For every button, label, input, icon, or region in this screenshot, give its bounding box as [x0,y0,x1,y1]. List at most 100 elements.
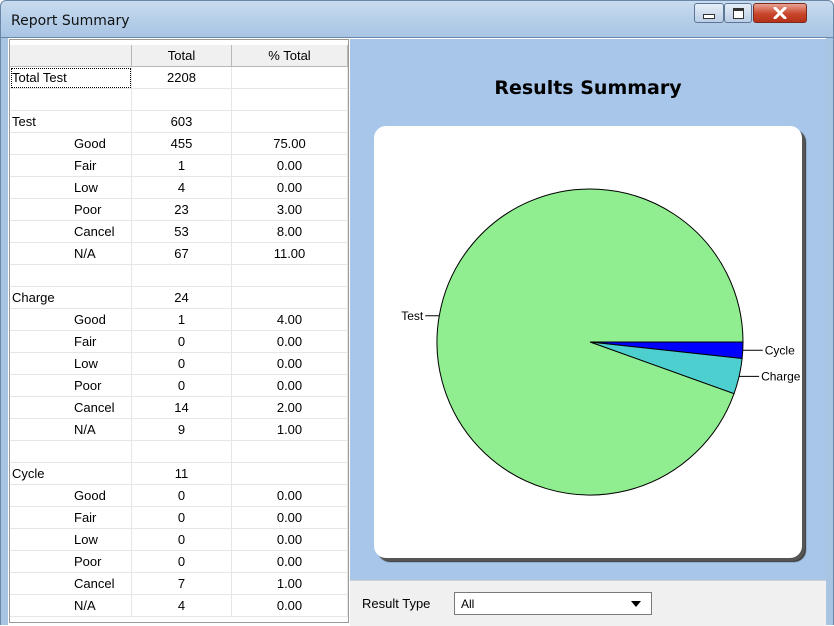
table-row[interactable]: Cycle 11 [10,463,348,485]
chart-area: Cycle Charge Test [374,126,802,558]
percent-cell: 1.00 [232,419,348,441]
chart-panel: Results Summary Cycle Charge Test Result T… [350,39,826,626]
table-header: Total% Total [10,45,348,67]
row-label-cell [10,89,132,111]
table-row[interactable]: Cancel 53 8.00 [10,221,348,243]
pie-label: Charge [761,369,801,383]
row-label: Poor [74,378,102,393]
column-header[interactable]: Total [132,45,232,67]
total-cell: 4 [132,177,232,199]
report-summary-window: Report Summary Total% Total Total Test 220… [0,0,834,626]
row-label-cell: Low [10,353,132,375]
maximize-button[interactable] [724,3,752,23]
percent-cell: 0.00 [232,375,348,397]
row-label-cell: Cancel [10,221,132,243]
table-row[interactable] [10,441,348,463]
total-cell: 603 [132,111,232,133]
table-row[interactable]: Charge 24 [10,287,348,309]
row-label: N/A [74,422,96,437]
minimize-button[interactable] [694,3,724,23]
total-cell: 1 [132,155,232,177]
total-cell: 67 [132,243,232,265]
total-cell: 0 [132,331,232,353]
total-cell: 24 [132,287,232,309]
minimize-icon [703,13,715,19]
table-row[interactable]: Cancel 7 1.00 [10,573,348,595]
total-cell: 4 [132,595,232,617]
table-row[interactable]: N/A 9 1.00 [10,419,348,441]
chevron-down-icon[interactable] [631,601,641,607]
total-cell: 11 [132,463,232,485]
table-row[interactable]: Good 455 75.00 [10,133,348,155]
chart-title: Results Summary [494,77,682,99]
percent-cell [232,111,348,133]
row-label: N/A [74,598,96,613]
total-cell [132,89,232,111]
table-row[interactable]: Good 0 0.00 [10,485,348,507]
table-row[interactable]: Test 603 [10,111,348,133]
percent-cell [232,287,348,309]
percent-cell: 11.00 [232,243,348,265]
table-row[interactable]: Low 0 0.00 [10,353,348,375]
percent-cell: 75.00 [232,133,348,155]
column-header[interactable]: % Total [232,45,348,67]
percent-cell: 0.00 [232,551,348,573]
result-type-select[interactable]: All [454,592,652,615]
table-row[interactable]: Fair 0 0.00 [10,331,348,353]
row-label: N/A [74,246,96,261]
row-label: Good [74,136,106,151]
pie-slice-test [436,188,744,496]
table-row[interactable]: Total Test 2208 [10,67,348,89]
window-frame-left [0,38,8,625]
table-row[interactable] [10,265,348,287]
table-row[interactable]: Fair 1 0.00 [10,155,348,177]
column-header[interactable] [10,45,132,67]
table-row[interactable]: Low 4 0.00 [10,177,348,199]
row-label: Good [74,312,106,327]
total-cell: 23 [132,199,232,221]
row-label-cell: Fair [10,507,132,529]
table-row[interactable] [10,89,348,111]
table-row[interactable]: Poor 23 3.00 [10,199,348,221]
close-button[interactable] [753,3,807,23]
table-row[interactable]: N/A 67 11.00 [10,243,348,265]
pie-label: Cycle [765,343,795,357]
row-label: Cancel [74,224,115,239]
table-row[interactable]: N/A 4 0.00 [10,595,348,617]
summary-table-panel[interactable]: Total% Total Total Test 2208 Test 603 Good 455… [9,39,349,623]
total-cell: 1 [132,309,232,331]
percent-cell: 1.00 [232,573,348,595]
row-label-cell: Good [10,309,132,331]
row-label-cell: Fair [10,331,132,353]
percent-cell: 0.00 [232,353,348,375]
table-row[interactable]: Low 0 0.00 [10,529,348,551]
row-label: Charge [12,290,55,305]
total-cell [132,265,232,287]
table-row[interactable]: Poor 0 0.00 [10,551,348,573]
table-row[interactable]: Cancel 14 2.00 [10,397,348,419]
window-title: Report Summary [11,13,130,29]
row-label-cell: Total Test [10,67,132,89]
row-label-cell: Poor [10,375,132,397]
row-label: Fair [74,158,97,173]
percent-cell: 0.00 [232,507,348,529]
row-label: Fair [74,334,97,349]
row-label-cell [10,441,132,463]
percent-cell: 0.00 [232,595,348,617]
percent-cell: 0.00 [232,331,348,353]
percent-cell: 0.00 [232,529,348,551]
total-cell: 9 [132,419,232,441]
table-row[interactable]: Poor 0 0.00 [10,375,348,397]
total-cell: 2208 [132,67,232,89]
table-row[interactable]: Good 1 4.00 [10,309,348,331]
total-cell: 0 [132,507,232,529]
table-row[interactable]: Fair 0 0.00 [10,507,348,529]
total-cell: 53 [132,221,232,243]
results-pie-chart: Cycle Charge Test [401,188,801,496]
row-label [10,268,12,283]
row-label: Low [74,532,98,547]
title-bar[interactable]: Report Summary [0,0,834,38]
total-cell: 7 [132,573,232,595]
row-label-cell: Fair [10,155,132,177]
percent-cell: 0.00 [232,177,348,199]
